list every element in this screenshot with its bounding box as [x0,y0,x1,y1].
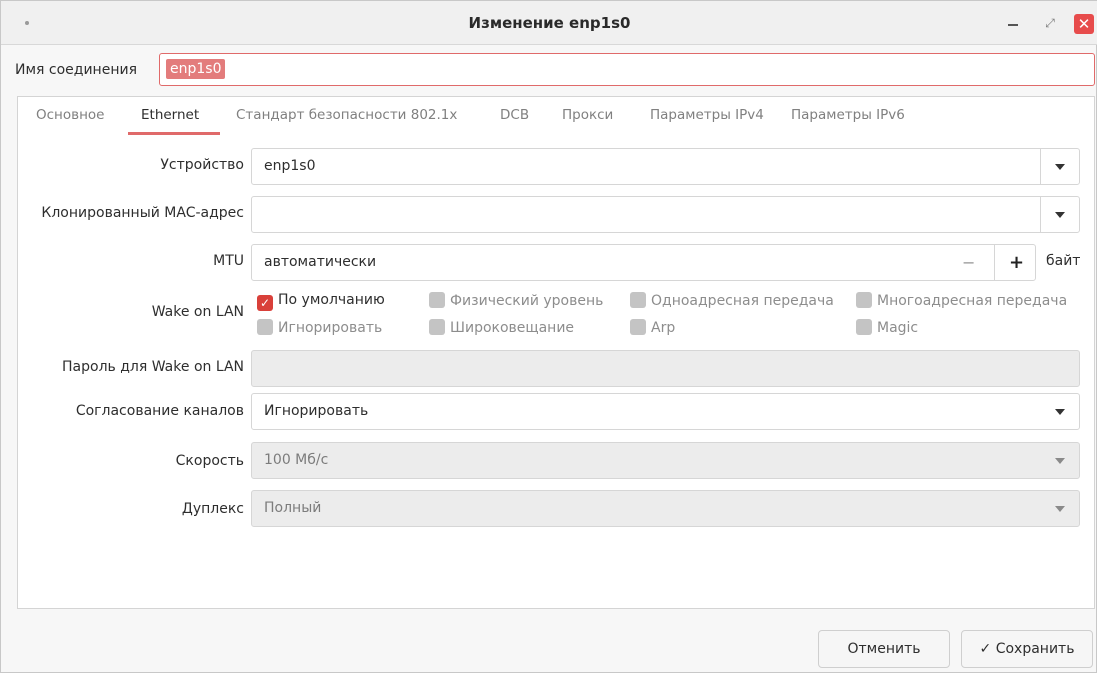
cloned-mac-label: Клонированный MAC-адрес [41,205,244,221]
speed-combobox: 100 Мб/с [251,442,1080,479]
window-title: Изменение enp1s0 [468,14,631,32]
autoneg-value: Игнорировать [264,403,369,419]
check-icon: ✓ [257,295,273,311]
cloned-mac-combobox[interactable] [251,196,1080,233]
mtu-increment-button[interactable]: + [1009,245,1024,280]
minimize-icon[interactable] [1008,24,1018,26]
connection-name-input[interactable]: enp1s0 [159,53,1095,86]
tab-8021x-security[interactable]: Стандарт безопасности 802.1x [236,107,457,123]
cloned-mac-dropdown-separator [1040,197,1041,232]
connection-name-label: Имя соединения [15,62,138,78]
wol-ignore-label: Игнорировать [278,320,383,336]
mtu-label: MTU [213,253,244,269]
wol-default-label: По умолчанию [278,292,385,308]
connection-name-value: enp1s0 [166,59,226,79]
cancel-button[interactable]: Отменить [818,630,950,668]
mtu-value: автоматически [264,254,377,270]
wol-multicast-checkbox[interactable]: Многоадресная передача [856,292,1067,309]
speed-value: 100 Мб/с [264,452,329,468]
duplex-label: Дуплекс [181,501,244,517]
wol-magic-label: Magic [877,320,919,336]
tab-proxy[interactable]: Прокси [562,107,613,123]
chevron-down-icon[interactable] [1055,409,1065,415]
autoneg-label: Согласование каналов [75,403,244,419]
chevron-down-icon [1055,458,1065,464]
wol-multicast-label: Многоадресная передача [877,293,1068,309]
device-dropdown-separator [1040,149,1041,184]
chevron-down-icon[interactable] [1055,212,1065,218]
close-icon[interactable]: ✕ [1074,14,1094,34]
tab-bar: Основное Ethernet Стандарт безопасности … [18,97,1094,137]
tab-general[interactable]: Основное [36,107,104,123]
checkbox-icon [257,319,273,335]
checkbox-icon [630,292,646,308]
mtu-decrement-button[interactable]: − [962,245,975,280]
settings-notebook: Основное Ethernet Стандарт безопасности … [17,96,1095,609]
duplex-combobox: Полный [251,490,1080,527]
wol-default-checkbox[interactable]: ✓ По умолчанию [257,292,385,311]
wol-physical-label: Физический уровень [450,293,604,309]
tab-ipv6[interactable]: Параметры IPv6 [791,107,905,123]
checkbox-icon [429,319,445,335]
device-value: enp1s0 [264,158,316,174]
save-button[interactable]: ✓ Сохранить [961,630,1093,668]
autoneg-combobox[interactable]: Игнорировать [251,393,1080,430]
wol-unicast-label: Одноадресная передача [651,293,834,309]
maximize-icon[interactable]: ⤢ [1041,14,1059,32]
active-tab-indicator [128,132,220,135]
checkbox-icon [856,292,872,308]
chevron-down-icon[interactable] [1055,164,1065,170]
mtu-spinbutton[interactable]: автоматически − + [251,244,1036,281]
wol-arp-checkbox[interactable]: Arp [630,319,675,336]
title-bar: Изменение enp1s0 ⤢ ✕ [1,1,1097,45]
tab-dcb[interactable]: DCB [500,107,529,123]
wol-password-input [251,350,1080,387]
wol-unicast-checkbox[interactable]: Одноадресная передача [630,292,834,309]
wol-password-label: Пароль для Wake on LAN [62,359,244,375]
checkbox-icon [630,319,646,335]
speed-label: Скорость [175,453,244,469]
tab-ethernet[interactable]: Ethernet [141,107,199,123]
wol-physical-checkbox[interactable]: Физический уровень [429,292,603,309]
device-label: Устройство [160,157,244,173]
device-combobox[interactable]: enp1s0 [251,148,1080,185]
checkbox-icon [429,292,445,308]
checkbox-icon [856,319,872,335]
wol-magic-checkbox[interactable]: Magic [856,319,918,336]
wol-ignore-checkbox[interactable]: Игнорировать [257,319,382,336]
wol-arp-label: Arp [651,320,676,336]
duplex-value: Полный [264,500,322,516]
wol-label: Wake on LAN [151,304,244,320]
tab-ipv4[interactable]: Параметры IPv4 [650,107,764,123]
wol-broadcast-checkbox[interactable]: Широковещание [429,319,574,336]
mtu-spin-separator [994,245,995,280]
chevron-down-icon [1055,506,1065,512]
wol-broadcast-label: Широковещание [450,320,575,336]
dialog-window: Изменение enp1s0 ⤢ ✕ Имя соединения enp1… [0,0,1097,673]
mtu-unit-label: байт [1046,253,1081,269]
